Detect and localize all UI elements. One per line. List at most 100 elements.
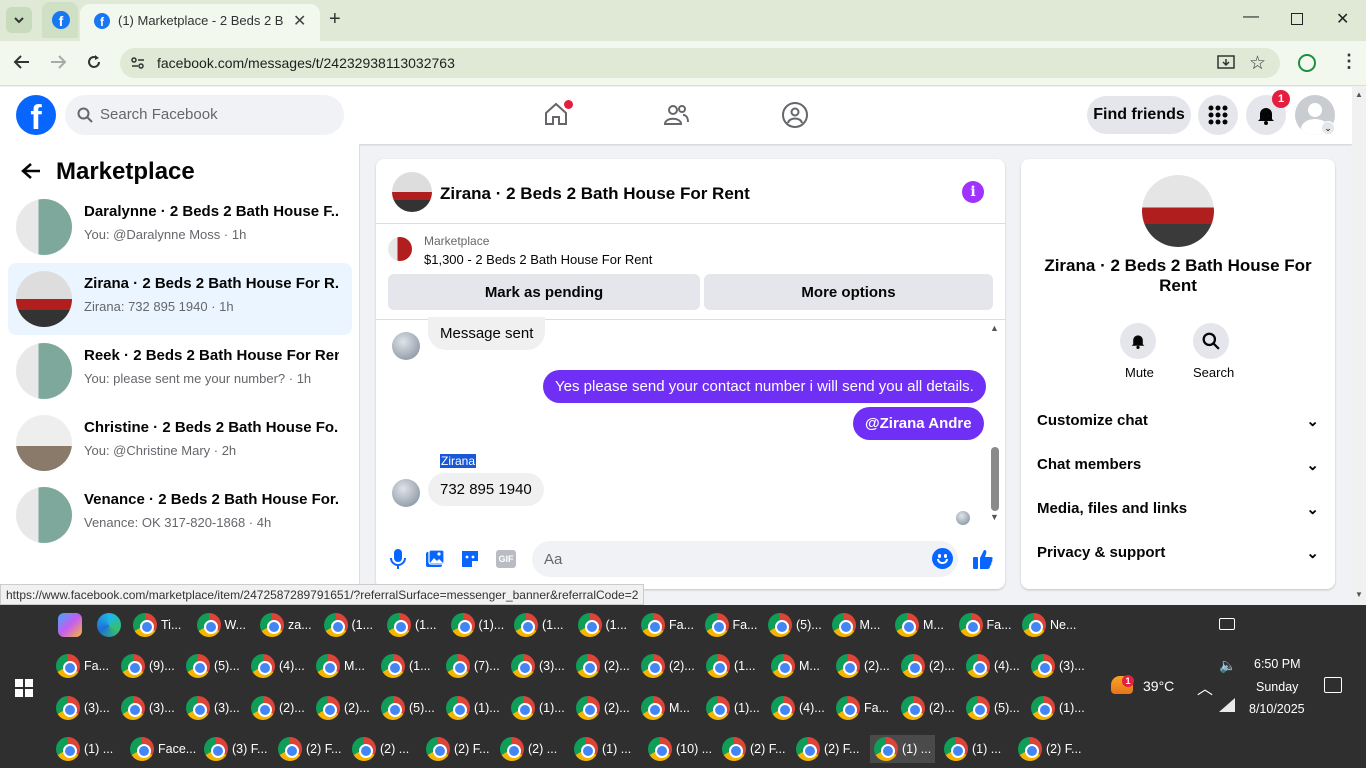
taskbar-window-button[interactable]: (2)... [901,652,955,680]
taskbar-window-button[interactable]: (2)... [641,652,695,680]
taskbar-window-button[interactable]: Face... [130,735,196,763]
taskbar-window-button[interactable]: (10) ... [648,735,712,763]
taskbar-window-button[interactable]: (1) ... [574,735,631,763]
reload-button[interactable] [85,53,103,71]
clock-date[interactable]: 8/10/2025 [1249,702,1305,716]
scrollbar-up-arrow[interactable]: ▲ [990,323,999,333]
taskbar-window-button[interactable]: (2)... [576,694,630,722]
url-text[interactable]: facebook.com/messages/t/2423293811303276… [157,55,455,71]
taskbar-window-button[interactable]: Fa... [704,611,758,639]
message-input[interactable]: Aa [532,541,958,577]
bookmark-star-icon[interactable]: ☆ [1249,52,1266,75]
taskbar-window-button[interactable]: (9)... [121,652,175,680]
start-button[interactable] [15,679,33,697]
site-info-icon[interactable] [130,55,146,71]
menu-button[interactable] [1198,95,1238,135]
page-scrollbar[interactable]: ▲ ▼ [1352,87,1366,605]
nav-friends[interactable] [663,102,689,128]
customize-chat-row[interactable]: Customize chat ⌄ [1037,412,1319,434]
conversation-item-active[interactable]: Zirana · 2 Beds 2 Bath House For R... Zi… [8,263,352,335]
taskbar-window-button[interactable]: (2) ... [352,735,409,763]
taskbar-window-button[interactable]: Fa... [836,694,889,722]
gif-icon[interactable]: GIF [496,550,516,568]
taskbar-window-button[interactable]: (4)... [251,652,305,680]
taskbar-window-button[interactable]: (2) F... [1018,735,1081,763]
back-button[interactable] [13,53,31,71]
taskbar-window-button[interactable]: (1... [514,611,564,639]
taskbar-window-button[interactable]: (2)... [836,652,890,680]
taskbar-window-button[interactable]: Fa... [56,652,109,680]
taskbar-window-button[interactable]: (3)... [1031,652,1085,680]
taskbar-window-button[interactable]: (2) F... [278,735,341,763]
conversation-item[interactable]: Reek · 2 Beds 2 Bath House For Rent You:… [8,335,352,407]
taskbar-window-button[interactable]: (3)... [56,694,110,722]
chat-title[interactable]: Zirana · 2 Beds 2 Bath House For Rent [440,184,750,204]
tab-facebook-pinned[interactable]: f [42,2,78,38]
search-input[interactable]: Search Facebook [65,95,344,135]
taskbar-window-button[interactable]: M... [831,611,880,639]
taskbar-window-button[interactable]: (5)... [186,652,240,680]
taskbar-window-button[interactable]: (2) F... [722,735,785,763]
taskbar-window-button[interactable]: M... [316,652,365,680]
taskbar-window-button[interactable]: (5)... [381,694,435,722]
taskbar-window-button[interactable]: (2)... [316,694,370,722]
taskbar-window-button[interactable]: (1... [323,611,373,639]
taskbar-window-button[interactable]: (4)... [771,694,825,722]
find-friends-button[interactable]: Find friends [1087,96,1191,134]
taskbar-window-button[interactable]: (2)... [576,652,630,680]
taskbar-window-button[interactable]: M... [771,652,820,680]
taskbar-window-button[interactable]: (3)... [511,652,565,680]
taskbar-window-button[interactable]: (1)... [450,611,504,639]
taskbar-window-button[interactable]: M... [641,694,690,722]
taskbar-window-button[interactable]: Ti... [133,611,181,639]
taskbar-window-button[interactable]: (2) ... [500,735,557,763]
taskbar-window-button[interactable]: (2)... [901,694,955,722]
volume-icon[interactable]: 🔈 [1219,657,1236,674]
weather-temp[interactable]: 39°C [1143,678,1174,694]
wifi-icon[interactable] [1219,698,1235,712]
thumbs-up-icon[interactable] [972,548,994,570]
clock-time[interactable]: 6:50 PM [1254,657,1301,671]
minimize-button[interactable]: — [1243,8,1259,26]
tab-close-icon[interactable]: ✕ [293,11,306,31]
edge-icon[interactable] [97,613,121,637]
forward-button[interactable] [49,53,67,71]
scrollbar-thumb[interactable] [991,447,999,511]
taskbar-window-button[interactable]: Fa... [641,611,694,639]
notification-center-icon[interactable] [1324,677,1342,693]
taskbar-window-button[interactable]: (2) F... [426,735,489,763]
photo-icon[interactable] [425,549,445,569]
listing-title[interactable]: $1,300 - 2 Beds 2 Bath House For Rent [424,252,652,267]
search-in-chat-button[interactable] [1193,323,1229,359]
taskbar-window-button[interactable]: (3)... [186,694,240,722]
scrollbar-down-arrow[interactable]: ▼ [990,512,999,522]
microphone-icon[interactable] [390,549,406,569]
install-app-icon[interactable] [1217,54,1235,72]
taskbar-window-button[interactable]: (2)... [251,694,305,722]
taskbar-window-button[interactable]: (1) ... [870,735,936,763]
more-options-button[interactable]: More options [704,274,993,310]
restore-button[interactable] [1291,13,1303,25]
profile-icon[interactable] [1298,54,1316,72]
taskbar-window-button[interactable]: (3) F... [204,735,267,763]
tab-search-button[interactable] [6,7,32,33]
taskbar-window-button[interactable]: (2) F... [796,735,859,763]
show-hidden-icons[interactable]: ︿ [1197,675,1213,699]
privacy-support-row[interactable]: Privacy & support ⌄ [1037,544,1319,566]
taskbar-window-button[interactable]: M... [895,611,944,639]
conversation-item[interactable]: Daralynne · 2 Beds 2 Bath House F... You… [8,191,352,263]
account-chevron-icon[interactable]: ⌄ [1321,121,1335,135]
emoji-icon[interactable] [932,548,953,569]
taskbar-window-button[interactable]: (1) ... [56,735,113,763]
taskbar-window-button[interactable]: (1)... [511,694,565,722]
taskbar-window-button[interactable]: (1)... [446,694,500,722]
conversation-item[interactable]: Venance · 2 Beds 2 Bath House For... Ven… [8,479,352,551]
browser-menu-icon[interactable]: ⋮ [1340,51,1358,72]
media-files-row[interactable]: Media, files and links ⌄ [1037,500,1319,522]
taskbar-window-button[interactable]: (1) ... [944,735,1001,763]
facebook-logo[interactable]: f [16,95,56,135]
taskbar-window-button[interactable]: (1)... [1031,694,1085,722]
taskbar-window-button[interactable]: W... [196,611,246,639]
back-arrow-icon[interactable] [20,160,42,182]
info-icon[interactable]: i [962,181,984,203]
